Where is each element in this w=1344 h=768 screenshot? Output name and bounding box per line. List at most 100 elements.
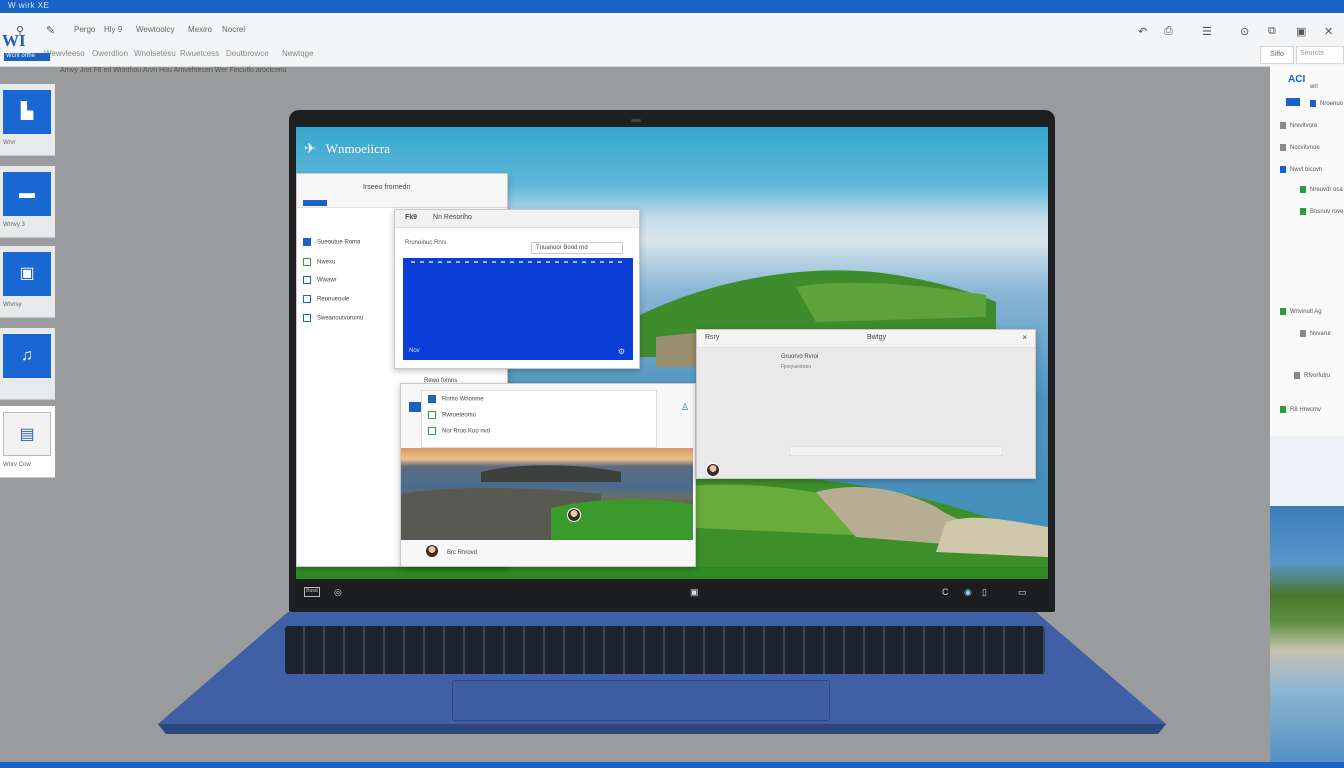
panel-row-1[interactable]: Nroenuo (1310, 100, 1343, 107)
panel-row-4[interactable]: Nwvt bicovh (1280, 166, 1322, 173)
tray-icon-1[interactable]: C (942, 587, 949, 597)
page-footer-label: Nov (409, 348, 420, 354)
desktop-title-text: Wnmoeiicra (325, 141, 390, 156)
menu-item-2[interactable]: Hly 9 (104, 25, 122, 34)
panel-row-9-label: Rfvorfutru (1304, 373, 1331, 380)
thumbnail-3[interactable]: ▣ Wrvrsy (0, 246, 55, 318)
thumbnail-2[interactable]: ▬ Wrnvy 3 (0, 166, 55, 238)
dialog-heading: Gruorvo Rvrol (781, 354, 819, 360)
row-icon (1280, 308, 1286, 315)
blue-document-page: Nov ⚙ (403, 258, 633, 360)
nav-item-4-label: Reunueoule (317, 296, 350, 303)
app-toolbar: ⚲ ✎ Pergo Hly 9 Wewtoolcy Mexiro Nocrel … (0, 13, 1344, 67)
search-icon[interactable]: ◎ (334, 587, 342, 598)
bottom-accent-strip (0, 762, 1344, 768)
file-row-3-label: Nor Rruo Kuo nvd (442, 428, 491, 435)
laptop-keyboard (285, 626, 1045, 674)
menu-item-1[interactable]: Pergo (74, 25, 95, 34)
dialog-input-bar[interactable] (789, 446, 1003, 456)
thumbnail-1[interactable]: ▙ Wrvr (0, 84, 55, 156)
save-icon[interactable]: ⎙ (1164, 25, 1173, 38)
thumbnail-5[interactable]: ▤ Wnrv Cow (0, 406, 55, 478)
ribbon-item-2[interactable]: Owerdlion (92, 49, 128, 58)
undo-icon[interactable]: ↶ (1138, 25, 1147, 38)
ribbon-item-1[interactable]: Wewvleeso (44, 49, 85, 58)
search-input[interactable]: Seorcte (1296, 46, 1344, 64)
thumbnail-4[interactable]: ♫ (0, 328, 55, 400)
document-tab[interactable]: Nn Resoriho (433, 214, 472, 221)
file-row-1-label: Rnmo Wrionme (442, 396, 484, 403)
panel-row-7[interactable]: Wrivinutl Ag (1280, 308, 1322, 315)
menu-item-5[interactable]: Nocrel (222, 25, 245, 34)
thumbnail-2-icon: ▬ (3, 172, 51, 216)
tray-icon-3[interactable]: ▯ (982, 587, 987, 598)
thumbnail-3-label: Wrvrsy (3, 302, 22, 308)
file-row-2[interactable]: Rwroeteomo (428, 411, 476, 419)
lock-icon[interactable]: ⊙ (1240, 25, 1249, 38)
nav-item-2-label: Nwexu (317, 259, 336, 266)
row-icon (1310, 100, 1316, 107)
thumbnail-3-icon: ▣ (3, 252, 51, 296)
tray-icon-2[interactable]: ◉ (964, 587, 972, 598)
row-icon (1300, 186, 1306, 193)
panel-row-3-label: Nocvitvnoe (1290, 145, 1320, 152)
zoom-box[interactable]: Siffo (1260, 46, 1294, 64)
panel-row-4-label: Nwvt bicovh (1290, 167, 1323, 174)
nav-item-1[interactable]: Sueoutue Roma (303, 238, 360, 246)
page-text-line (411, 261, 625, 263)
panel-row-3[interactable]: Nocvitvnoe (1280, 144, 1320, 151)
nav-item-5[interactable]: Sweanoutvoruinu (303, 314, 363, 322)
thumbnail-1-label: Wrvr (3, 140, 16, 146)
file-row-3[interactable]: Nor Rruo Kuo nvd (428, 427, 490, 435)
panel-row-8[interactable]: Nvvarur (1300, 330, 1331, 337)
photo-window[interactable]: Rnmo Wrionme Rwroeteomo Nor Rruo Kuo nvd… (400, 383, 696, 567)
panel-row-9[interactable]: Rfvorfutru (1294, 372, 1330, 379)
nav-item-3[interactable]: Wwawr (303, 276, 337, 284)
panel-row-6[interactable]: Bosnuv rove (1300, 208, 1343, 215)
brush-icon[interactable]: ✎ (46, 24, 55, 37)
panel-row-10[interactable]: R8 Hrwcmv (1280, 406, 1321, 413)
ribbon-item-3[interactable]: Wnolsetesu (134, 49, 176, 58)
menu-item-3[interactable]: Wewtoolcy (136, 25, 175, 34)
document-titlebar: Fk9 Nn Resoriho (395, 210, 639, 228)
row-icon (1280, 144, 1286, 151)
close-icon[interactable]: ✕ (1324, 25, 1333, 38)
taskbar-app-icon[interactable]: ▣ (690, 587, 699, 598)
dialog-path: Bwtgy (867, 334, 887, 341)
row-icon (1280, 122, 1286, 129)
properties-panel-middle (1270, 436, 1344, 506)
document-window[interactable]: Fk9 Nn Resoriho Rrunoinuc Rrvs Tnuanoor … (394, 209, 640, 369)
explorer-tab-indicator (303, 200, 327, 206)
sheet-icon (303, 258, 311, 266)
nav-item-4[interactable]: Reunueoule (303, 295, 349, 303)
settings-icon[interactable]: ⚙ (618, 347, 625, 356)
taskbar: Busd ◎ ▣ C ◉ ▯ ▭ (296, 579, 1048, 607)
file-row-1[interactable]: Rnmo Wrionme (428, 395, 484, 403)
file-row-2-label: Rwroeteomo (442, 412, 477, 419)
user-icon[interactable]: ♙ (681, 402, 689, 413)
ribbon-item-6[interactable]: Newtqge (282, 49, 314, 58)
panel-row-2[interactable]: Nrevitvore (1280, 122, 1317, 129)
grid-icon[interactable]: ▣ (1296, 25, 1306, 38)
copy-icon[interactable]: ⧉ (1268, 25, 1276, 38)
panel-row-5[interactable]: Nreuvdr oca (1300, 186, 1343, 193)
row-icon (1300, 330, 1306, 337)
folder-icon (303, 238, 311, 246)
file-icon (428, 395, 436, 403)
list-icon[interactable]: ☰ (1202, 25, 1212, 38)
dialog-window[interactable]: Rsry Bwtgy × Gruorvo Rvrol Fjneyuevtoeu (696, 329, 1036, 479)
row-icon (1280, 406, 1286, 413)
nav-item-2[interactable]: Nwexu (303, 258, 335, 266)
gear-icon (303, 295, 311, 303)
start-button[interactable]: Busd (304, 587, 320, 597)
thumbnail-4-icon: ♫ (3, 334, 51, 378)
menu-item-4[interactable]: Mexiro (188, 25, 212, 34)
ribbon-item-5[interactable]: Deutbrowce (226, 49, 269, 58)
close-icon[interactable]: × (1022, 333, 1027, 342)
document-field[interactable]: Tnuanoor Bood rnd (531, 242, 623, 254)
panel-action-button[interactable] (1286, 98, 1300, 106)
panel-row-10-label: R8 Hrwcmv (1290, 407, 1321, 414)
tray-icon-4[interactable]: ▭ (1018, 587, 1027, 598)
ribbon-item-4[interactable]: Rwuetcess (180, 49, 219, 58)
top-title-bar: W wirk XE (0, 0, 1344, 13)
